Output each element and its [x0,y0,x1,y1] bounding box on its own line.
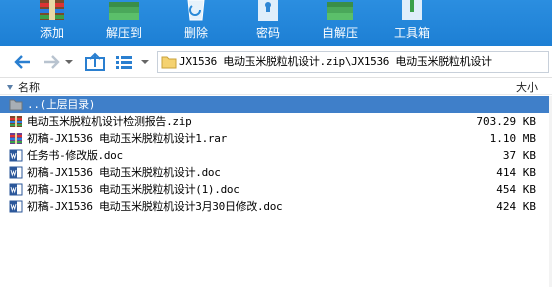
password-label: 密码 [255,26,280,40]
file-name: 任务书-修改版.doc [27,149,123,162]
word-doc-icon [9,166,23,179]
list-item[interactable]: 初稿-JX1536 电动玉米脱粒机设计1.rar 1.10 MB [0,130,552,147]
word-doc-icon [9,183,23,196]
folder-up-icon [9,99,23,111]
list-item[interactable]: 初稿-JX1536 电动玉米脱粒机设计.doc 414 KB [0,164,552,181]
file-name: 初稿-JX1536 电动玉米脱粒机设计1.rar [27,132,227,145]
list-item[interactable]: 电动玉米脱粒机设计检测报告.zip 703.29 KB [0,113,552,130]
delete-button[interactable]: 删除 [166,0,226,46]
file-name: ..(上层目录) [27,98,96,111]
folder-icon [161,56,177,69]
add-button[interactable]: 添加 [22,0,82,46]
file-name: 初稿-JX1536 电动玉米脱粒机设计(1).doc [27,183,240,196]
file-size: 424 KB [496,200,536,213]
list-item[interactable]: 任务书-修改版.doc 37 KB [0,147,552,164]
column-header: 名称 大小 [0,78,552,95]
up-folder-icon[interactable] [84,52,106,72]
view-list-icon[interactable] [114,52,134,72]
recycle-bin-icon [187,0,205,21]
extract-folder-icon [109,2,139,20]
word-doc-icon [9,149,23,162]
toolbox-icon [402,0,422,20]
list-item[interactable]: 初稿-JX1536 电动玉米脱粒机设计(1).doc 454 KB [0,181,552,198]
view-dropdown-icon[interactable] [140,52,150,72]
rar-archive-icon [10,133,22,144]
extract-to-label: 解压到 [105,26,142,40]
file-size: 1.10 MB [489,132,536,145]
list-item-parent-dir[interactable]: ..(上层目录) [0,96,552,113]
add-archive-icon [40,0,64,20]
sort-arrow-icon [7,85,13,90]
toolbox-button[interactable]: 工具箱 [382,0,442,46]
history-dropdown-icon[interactable] [64,52,74,72]
file-name: 初稿-JX1536 电动玉米脱粒机设计3月30日修改.doc [27,200,283,213]
column-size[interactable]: 大小 [516,79,538,95]
self-extract-icon [327,2,353,20]
column-name[interactable]: 名称 [18,79,40,95]
file-list: ..(上层目录) 电动玉米脱粒机设计检测报告.zip 703.29 KB 初稿-… [0,96,552,215]
file-size: 703.29 KB [476,115,536,128]
sfx-label: 自解压 [321,26,358,40]
address-bar: JX1536 电动玉米脱粒机设计.zip\JX1536 电动玉米脱粒机设计 [0,46,552,78]
toolbar: 添加 解压到 删除 密码 自解压 工具箱 [0,0,552,46]
list-item[interactable]: 初稿-JX1536 电动玉米脱粒机设计3月30日修改.doc 424 KB [0,198,552,215]
sfx-button[interactable]: 自解压 [310,0,370,46]
extract-to-button[interactable]: 解压到 [94,0,154,46]
toolbox-label: 工具箱 [393,26,430,40]
forward-arrow-icon[interactable] [40,52,62,72]
file-name: 初稿-JX1536 电动玉米脱粒机设计.doc [27,166,221,179]
word-doc-icon [9,200,23,213]
path-field[interactable]: JX1536 电动玉米脱粒机设计.zip\JX1536 电动玉米脱粒机设计 [157,51,549,73]
delete-label: 删除 [183,26,208,40]
password-button[interactable]: 密码 [238,0,298,46]
file-size: 454 KB [496,183,536,196]
file-name: 电动玉米脱粒机设计检测报告.zip [27,115,192,128]
back-arrow-icon[interactable] [12,52,34,72]
path-text: JX1536 电动玉米脱粒机设计.zip\JX1536 电动玉米脱粒机设计 [179,55,492,68]
zip-archive-icon [10,116,22,127]
add-label: 添加 [39,26,64,40]
lock-icon [258,0,278,21]
file-size: 37 KB [502,149,536,162]
file-size: 414 KB [496,166,536,179]
